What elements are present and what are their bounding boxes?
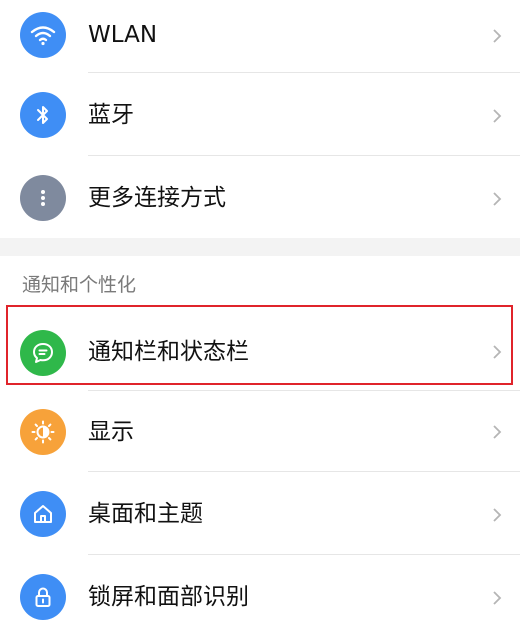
settings-item-home-theme[interactable]: 桌面和主题 [0,472,520,554]
chevron-right-icon [493,591,502,605]
settings-item-more-connections[interactable]: 更多连接方式 [0,156,520,238]
home-icon [20,491,66,537]
home-theme-label: 桌面和主题 [88,501,203,527]
notification-status-bar-label: 通知栏和状态栏 [88,339,249,365]
settings-item-display[interactable]: 显示 [0,391,520,471]
chevron-right-icon [493,345,502,359]
wlan-label: WLAN [88,22,158,48]
brightness-icon [20,409,66,455]
wifi-icon [20,12,66,58]
chevron-right-icon [493,508,502,522]
chevron-right-icon [493,425,502,439]
settings-item-lock-face[interactable]: 锁屏和面部识别 [0,555,520,624]
display-label: 显示 [88,419,134,445]
lock-face-label: 锁屏和面部识别 [88,584,249,610]
bluetooth-label: 蓝牙 [88,102,134,128]
section-separator [0,238,520,256]
settings-item-notification-status-bar[interactable]: 通知栏和状态栏 [0,310,520,390]
chevron-right-icon [493,29,502,43]
lock-icon [20,574,66,620]
settings-item-bluetooth[interactable]: 蓝牙 [0,73,520,155]
bluetooth-icon [20,92,66,138]
section-header: 通知和个性化 [22,274,137,296]
chat-bubble-icon [20,330,66,376]
more-dots-icon [20,175,66,221]
chevron-right-icon [493,109,502,123]
more-connections-label: 更多连接方式 [88,185,226,211]
chevron-right-icon [493,192,502,206]
settings-item-wlan[interactable]: WLAN [0,0,520,72]
